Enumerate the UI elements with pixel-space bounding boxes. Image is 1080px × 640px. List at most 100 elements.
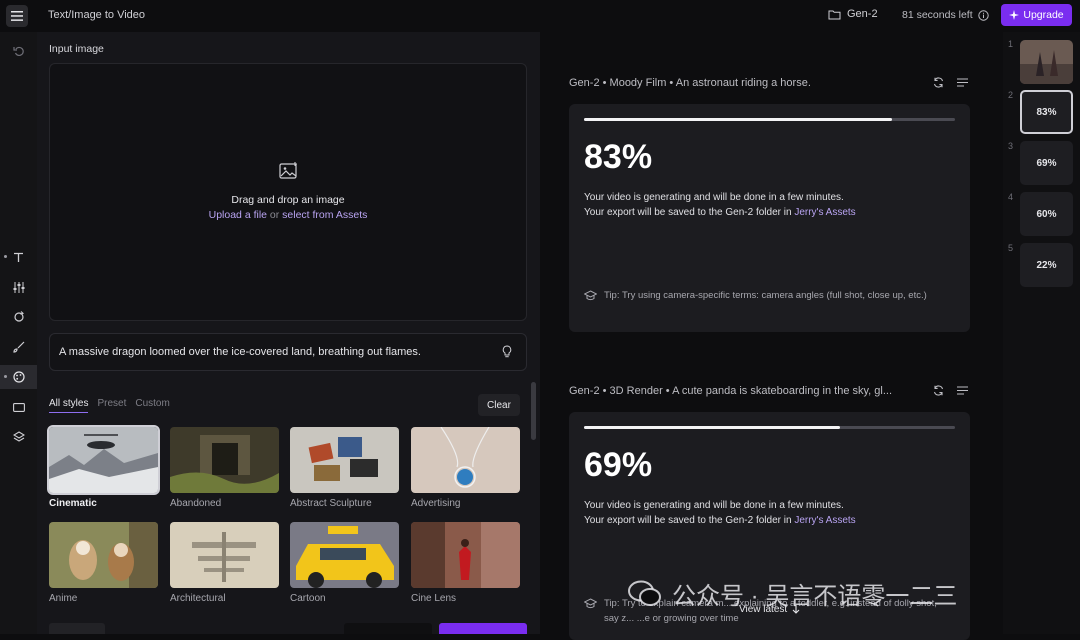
motion-tool[interactable]: [0, 305, 37, 329]
brush-tool[interactable]: [0, 335, 37, 359]
queue-number: 3: [1008, 141, 1014, 151]
text-icon: [14, 252, 23, 262]
style-thumbnail: [170, 522, 279, 588]
queue-item-3[interactable]: 69%: [1020, 141, 1073, 185]
settings-panel: Input image Drag and drop an image Uploa…: [37, 32, 540, 634]
assets-link[interactable]: Jerry's Assets: [794, 207, 855, 218]
style-name: Advertising: [411, 498, 461, 509]
style-thumbnail: [411, 427, 520, 493]
queue-number: 1: [1008, 39, 1014, 49]
progress-fill: [584, 426, 840, 429]
select-assets-link[interactable]: select from Assets: [282, 209, 367, 221]
tool-dot: [4, 255, 7, 258]
style-thumbnail: [411, 522, 520, 588]
queue-item-2[interactable]: 83%: [1020, 90, 1073, 134]
style-thumbnail: [290, 522, 399, 588]
folder-selector[interactable]: Gen-2: [828, 8, 878, 20]
menu-lines-icon[interactable]: [957, 386, 968, 395]
watermark: 公众号 · 吴言不语零一二三: [628, 576, 957, 611]
folder-icon: [828, 10, 841, 19]
seconds-left: 81 seconds left: [902, 9, 973, 21]
style-advertising[interactable]: Advertising: [411, 427, 520, 509]
style-anime[interactable]: Anime: [49, 522, 158, 604]
queue-item-5[interactable]: 22%: [1020, 243, 1073, 287]
style-abstract-sculpture[interactable]: Abstract Sculpture: [290, 427, 399, 509]
status-line-2-text: Your export will be saved to the Gen-2 f…: [584, 207, 795, 218]
input-image-label: Input image: [49, 43, 104, 55]
queue-item-4[interactable]: 60%: [1020, 192, 1073, 236]
palette-icon: [12, 371, 25, 383]
tab-preset[interactable]: Preset: [97, 398, 126, 413]
layers-tool[interactable]: [0, 425, 37, 449]
tab-custom[interactable]: Custom: [135, 398, 169, 413]
menu-lines-icon[interactable]: [957, 78, 968, 87]
refresh-icon[interactable]: [933, 385, 944, 396]
info-icon[interactable]: [977, 9, 989, 21]
text-tool[interactable]: [0, 245, 37, 269]
style-thumbnail: [290, 427, 399, 493]
rotate-icon: [13, 311, 24, 322]
status-line-1: Your video is generating and will be don…: [584, 192, 844, 203]
generation-card: 83% Your video is generating and will be…: [569, 104, 970, 332]
image-icon: [279, 162, 297, 179]
queue-number: 5: [1008, 243, 1014, 253]
style-cartoon[interactable]: Cartoon: [290, 522, 399, 604]
style-cinematic[interactable]: Cinematic: [47, 425, 160, 509]
progress-bar: [584, 426, 955, 429]
progress-fill: [584, 118, 892, 121]
upload-file-link[interactable]: Upload a file: [209, 209, 267, 221]
drag-drop-text: Drag and drop an image: [231, 194, 345, 206]
toggle-control[interactable]: [49, 623, 105, 634]
progress-bar: [584, 118, 955, 121]
image-dropzone[interactable]: Drag and drop an image Upload a file or …: [49, 63, 527, 321]
generation-feed: Gen-2 • Moody Film • An astronaut riding…: [540, 32, 1080, 640]
status-line-1: Your video is generating and will be don…: [584, 500, 844, 511]
sparkle-icon: [1009, 10, 1020, 20]
status-message: Your video is generating and will be don…: [584, 190, 856, 220]
upgrade-label: Upgrade: [1023, 9, 1064, 21]
queue-number: 4: [1008, 192, 1014, 202]
style-thumbnail: [49, 522, 158, 588]
graduation-cap-icon: [584, 290, 597, 301]
aspect-tool[interactable]: [0, 395, 37, 419]
generation-queue: 1 2 83% 3 69% 4 60% 5 22%: [1003, 32, 1080, 634]
tip-text: Tip: Try using camera-specific terms: ca…: [604, 290, 927, 301]
queue-number: 2: [1008, 90, 1014, 100]
style-thumbnail: [47, 425, 160, 495]
style-tabs: All styles Preset Custom: [49, 398, 170, 413]
rectangle-icon: [12, 402, 25, 412]
status-line-2: Your export will be saved to the Gen-2 f…: [584, 205, 856, 220]
queue-item-1[interactable]: [1020, 40, 1073, 84]
style-name: Abstract Sculpture: [290, 498, 372, 509]
generate-button[interactable]: [439, 623, 527, 634]
undo-icon: [12, 46, 24, 57]
generation-header: Gen-2 • 3D Render • A cute panda is skat…: [569, 385, 893, 397]
style-architectural[interactable]: Architectural: [170, 522, 279, 604]
secondary-button[interactable]: [344, 623, 432, 634]
style-name: Abandoned: [170, 498, 222, 509]
adjust-tool[interactable]: [0, 275, 37, 299]
style-abandoned[interactable]: Abandoned: [170, 427, 279, 509]
wechat-logo-icon: [628, 580, 661, 606]
style-name: Anime: [49, 593, 78, 604]
top-bar: Text/Image to Video Gen-2 81 seconds lef…: [0, 0, 1080, 32]
tab-all-styles[interactable]: All styles: [49, 398, 89, 413]
prompt-input[interactable]: A massive dragon loomed over the ice-cov…: [49, 333, 527, 371]
refresh-icon[interactable]: [933, 77, 944, 88]
progress-percent: 83%: [584, 138, 653, 176]
menu-button[interactable]: [6, 5, 28, 27]
folder-name: Gen-2: [847, 8, 878, 20]
prompt-text: A massive dragon loomed over the ice-cov…: [59, 346, 421, 358]
undo-tool[interactable]: [0, 39, 37, 63]
style-tool[interactable]: [0, 365, 37, 389]
credits-remaining: 81 seconds left: [902, 9, 989, 21]
lightbulb-icon[interactable]: [502, 345, 512, 358]
hamburger-icon: [11, 11, 23, 21]
upgrade-button[interactable]: Upgrade: [1001, 4, 1072, 26]
assets-link[interactable]: Jerry's Assets: [794, 515, 855, 526]
style-cine-lens[interactable]: Cine Lens: [411, 522, 520, 604]
style-name: Cartoon: [290, 593, 326, 604]
upload-options: Upload a file or select from Assets: [50, 209, 526, 221]
clear-button[interactable]: Clear: [478, 394, 520, 416]
scrollbar[interactable]: [531, 382, 536, 440]
